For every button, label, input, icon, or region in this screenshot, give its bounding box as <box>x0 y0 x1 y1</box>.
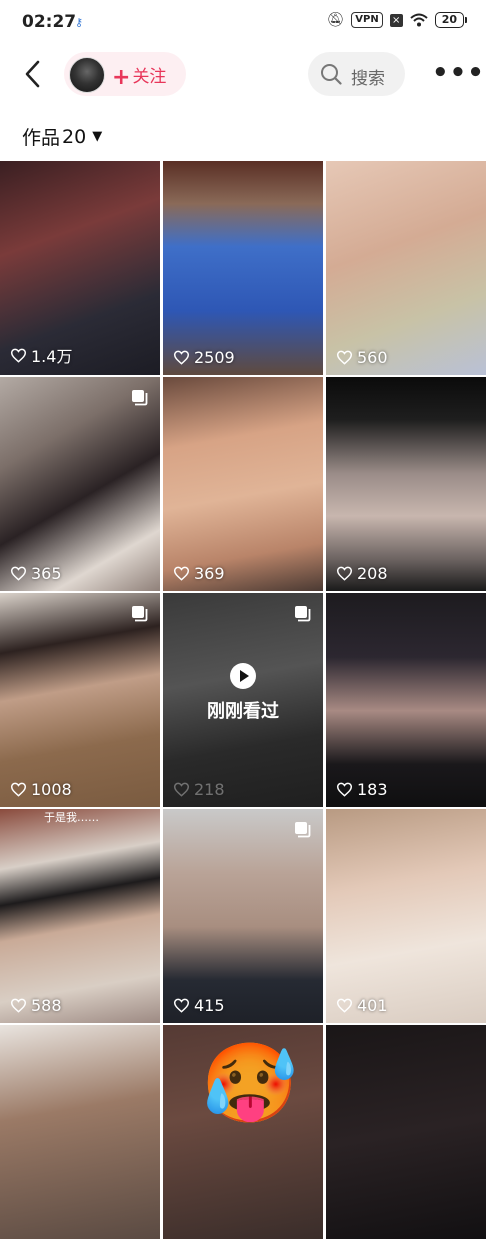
like-count-value: 208 <box>357 564 388 583</box>
follow-label: 关注 <box>132 67 167 87</box>
battery-indicator: 20 <box>434 12 468 28</box>
heart-icon <box>10 782 27 797</box>
just-viewed-overlay: 刚刚看过 <box>163 663 323 723</box>
more-options-icon[interactable]: ••• <box>432 58 485 88</box>
video-tile[interactable]: 2509 <box>163 161 323 375</box>
heart-icon <box>336 566 353 581</box>
video-tile[interactable] <box>326 1025 486 1239</box>
works-filter[interactable]: 作品 20 ▼ <box>22 123 102 150</box>
like-count: 560 <box>336 348 388 367</box>
like-count-value: 183 <box>357 780 388 799</box>
heart-icon <box>10 348 27 363</box>
chevron-left-icon <box>25 60 40 88</box>
video-tile[interactable]: 415 <box>163 809 323 1023</box>
like-count: 208 <box>336 564 388 583</box>
like-count: 183 <box>336 780 388 799</box>
avatar[interactable] <box>69 57 105 93</box>
video-tile[interactable]: 于是我…… 588 <box>0 809 160 1023</box>
video-tile[interactable]: 401 <box>326 809 486 1023</box>
key-icon: ⚷ <box>75 16 84 29</box>
like-count-value: 560 <box>357 348 388 367</box>
like-count-value: 218 <box>194 780 225 799</box>
status-time: 02:27 <box>22 12 77 32</box>
status-icons: 🔕︎ VPN × 20 <box>326 12 468 28</box>
play-icon <box>230 663 256 689</box>
search-button[interactable]: 搜索 <box>308 52 405 96</box>
wifi-icon <box>410 13 428 27</box>
like-count: 365 <box>10 564 62 583</box>
video-tile[interactable]: 183 <box>326 593 486 807</box>
like-count: 369 <box>173 564 225 583</box>
like-count-value: 369 <box>194 564 225 583</box>
like-count-value: 1008 <box>31 780 72 799</box>
like-count: 1008 <box>10 780 72 799</box>
like-count: 218 <box>173 780 225 799</box>
video-tile[interactable]: 1.4万 <box>0 161 160 375</box>
heart-icon <box>336 782 353 797</box>
like-count-value: 588 <box>31 996 62 1015</box>
video-tile[interactable] <box>0 1025 160 1239</box>
back-button[interactable] <box>18 54 48 94</box>
heart-icon <box>336 998 353 1013</box>
like-count: 401 <box>336 996 388 1015</box>
heart-icon <box>10 566 27 581</box>
heart-icon <box>173 566 190 581</box>
status-bar: 02:27 ⚷ 🔕︎ VPN × 20 <box>0 0 486 44</box>
no-sim-icon: × <box>389 13 403 27</box>
video-tile[interactable]: 1008 <box>0 593 160 807</box>
works-label: 作品 <box>22 127 61 149</box>
multi-image-icon <box>132 390 148 406</box>
like-count: 415 <box>173 996 225 1015</box>
sticker-emoji: 🥵 <box>201 1039 299 1129</box>
multi-image-icon <box>132 606 148 622</box>
like-count: 2509 <box>173 348 235 367</box>
search-label: 搜索 <box>351 69 385 89</box>
follow-button[interactable]: + 关注 <box>64 52 186 96</box>
heart-icon <box>173 350 190 365</box>
just-viewed-label: 刚刚看过 <box>207 701 279 722</box>
like-count-value: 1.4万 <box>31 347 73 366</box>
video-tile[interactable]: 🥵 <box>163 1025 323 1239</box>
like-count: 588 <box>10 996 62 1015</box>
like-count: 1.4万 <box>10 343 72 367</box>
multi-image-icon <box>295 606 311 622</box>
header: + 关注 搜索 ••• <box>0 48 486 100</box>
video-tile[interactable]: 208 <box>326 377 486 591</box>
heart-icon <box>173 998 190 1013</box>
vpn-badge: VPN <box>351 12 383 28</box>
heart-icon <box>10 998 27 1013</box>
video-tile[interactable]: 560 <box>326 161 486 375</box>
plus-icon: + <box>112 65 131 90</box>
like-count-value: 365 <box>31 564 62 583</box>
video-tile[interactable]: 365 <box>0 377 160 591</box>
works-count: 20 <box>62 125 87 148</box>
like-count-value: 415 <box>194 996 225 1015</box>
like-count-value: 2509 <box>194 348 235 367</box>
heart-icon <box>336 350 353 365</box>
like-count-value: 401 <box>357 996 388 1015</box>
video-tile[interactable]: 刚刚看过 218 <box>163 593 323 807</box>
multi-image-icon <box>295 822 311 838</box>
caret-down-icon: ▼ <box>92 129 103 144</box>
tile-caption: 于是我…… <box>44 811 99 824</box>
mute-icon: 🔕︎ <box>326 12 345 28</box>
heart-icon <box>173 782 190 797</box>
video-tile[interactable]: 369 <box>163 377 323 591</box>
search-icon <box>321 64 342 85</box>
